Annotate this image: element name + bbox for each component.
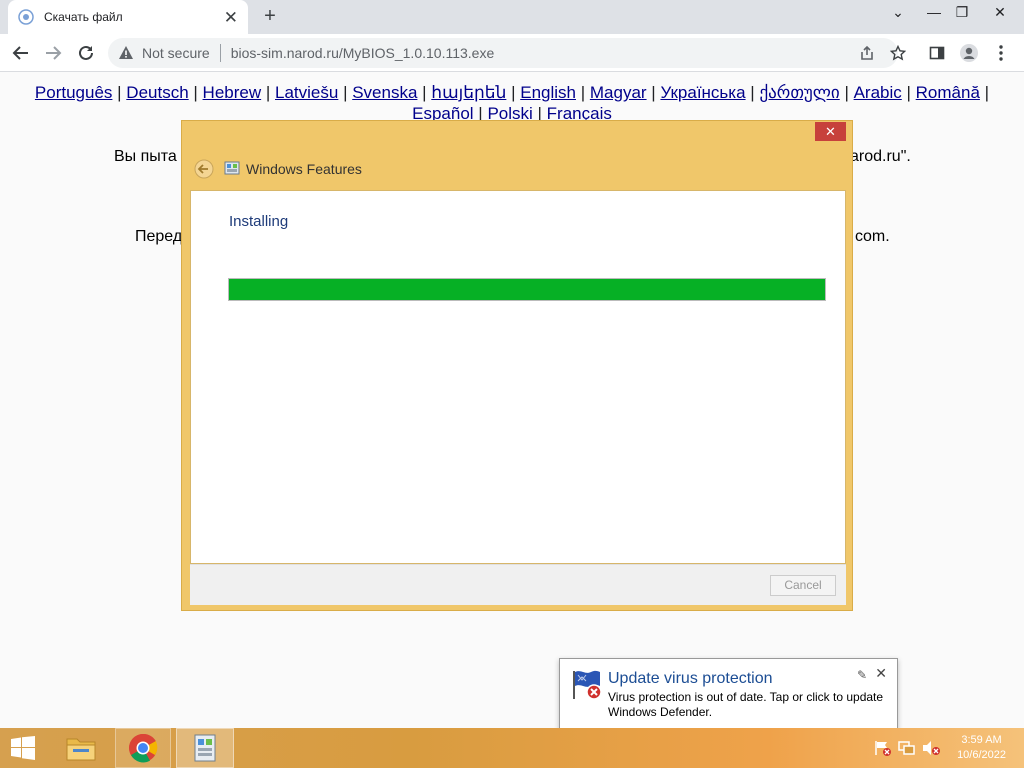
notification-message: Virus protection is out of date. Tap or …	[608, 690, 884, 719]
url-text[interactable]: bios-sim.narod.ru/MyBIOS_1.0.10.113.exe	[231, 45, 495, 61]
minimize-button[interactable]: —	[924, 4, 944, 20]
clock-date: 10/6/2022	[957, 749, 1006, 761]
cancel-button[interactable]: Cancel	[770, 575, 836, 596]
address-bar[interactable]: Not secure bios-sim.narod.ru/MyBIOS_1.0.…	[108, 38, 898, 68]
dialog-close-button[interactable]: ✕	[815, 122, 846, 141]
page-text-line-1-end: arod.ru".	[850, 148, 911, 165]
progress-bar	[228, 278, 826, 301]
reload-icon[interactable]	[75, 42, 97, 64]
language-link[interactable]: Latviešu	[275, 83, 338, 102]
language-separator: |	[745, 83, 760, 102]
install-status-text: Installing	[229, 213, 289, 230]
omnibox-divider	[219, 44, 221, 62]
new-tab-button[interactable]: +	[258, 5, 282, 28]
tab-title: Скачать файл	[44, 10, 123, 24]
pin-icon[interactable]: ✎	[857, 668, 867, 682]
language-separator: |	[338, 83, 353, 102]
share-icon[interactable]	[856, 42, 878, 64]
language-separator: |	[646, 83, 661, 102]
taskbar: 3:59 AM 10/6/2022	[0, 728, 1024, 768]
tab-close-icon[interactable]: ✕	[224, 9, 238, 26]
tab-search-icon[interactable]: ⌄	[888, 4, 908, 21]
language-separator: |	[979, 83, 990, 102]
side-panel-icon[interactable]	[926, 42, 948, 64]
defender-flag-icon	[573, 670, 602, 700]
language-link[interactable]: Magyar	[590, 83, 647, 102]
language-separator: |	[839, 83, 854, 102]
language-separator: |	[506, 83, 521, 102]
page-text-line-1-start: Вы пыта	[114, 148, 177, 165]
clock-time: 3:59 AM	[961, 734, 1002, 746]
dialog-content: Installing	[190, 190, 846, 564]
language-separator: |	[112, 83, 127, 102]
menu-icon[interactable]	[990, 42, 1012, 64]
language-link[interactable]: Українська	[660, 83, 745, 102]
notification-title: Update virus protection	[608, 670, 773, 687]
browser-tab-bar: Скачать файл ✕ + ⌄ — ❐ ✕	[0, 0, 1024, 34]
language-separator: |	[188, 83, 203, 102]
profile-icon[interactable]	[958, 42, 980, 64]
language-separator: |	[417, 83, 432, 102]
action-center-flag-icon[interactable]	[874, 740, 892, 756]
language-separator: |	[576, 83, 590, 102]
dialog-footer: Cancel	[190, 564, 846, 605]
start-icon[interactable]	[0, 728, 46, 768]
tab-favicon-icon	[18, 9, 34, 25]
language-link[interactable]: English	[520, 83, 576, 102]
back-icon[interactable]	[10, 42, 32, 64]
network-icon[interactable]	[898, 740, 916, 756]
window-close-button[interactable]: ✕	[990, 4, 1010, 21]
browser-tab[interactable]: Скачать файл ✕	[8, 0, 248, 34]
language-link[interactable]: Deutsch	[126, 83, 188, 102]
dialog-title: Windows Features	[246, 161, 362, 177]
bookmark-star-icon[interactable]	[887, 42, 909, 64]
language-link[interactable]: ქართული	[759, 83, 839, 102]
page-text-line-2-start: Перед	[135, 228, 183, 245]
file-explorer-icon[interactable]	[58, 728, 104, 768]
language-link[interactable]: հայերեն	[431, 83, 506, 102]
progress-bar-fill	[229, 279, 825, 300]
language-link[interactable]: Português	[35, 83, 113, 102]
page-text-line-2-end: com.	[855, 228, 890, 245]
language-links: Português | Deutsch | Hebrew | Latviešu …	[0, 82, 1024, 124]
warning-icon[interactable]	[118, 45, 134, 61]
volume-muted-icon[interactable]	[922, 740, 940, 756]
not-secure-label[interactable]: Not secure	[142, 45, 210, 61]
notification-close-icon[interactable]: ✕	[875, 665, 887, 682]
language-separator: |	[901, 83, 916, 102]
forward-icon[interactable]	[42, 42, 64, 64]
defender-notification[interactable]: Update virus protection Virus protection…	[559, 658, 898, 730]
windows-features-icon[interactable]	[176, 728, 234, 768]
language-link[interactable]: Hebrew	[203, 83, 262, 102]
back-arrow-icon[interactable]	[194, 159, 214, 179]
windows-features-icon	[224, 161, 240, 175]
restore-button[interactable]: ❐	[952, 4, 972, 21]
language-link[interactable]: Svenska	[352, 83, 417, 102]
system-clock[interactable]: 3:59 AM 10/6/2022	[957, 733, 1006, 763]
browser-toolbar: Not secure bios-sim.narod.ru/MyBIOS_1.0.…	[0, 34, 1024, 72]
language-separator: |	[261, 83, 276, 102]
chrome-icon[interactable]	[115, 728, 171, 768]
language-link[interactable]: Arabic	[854, 83, 902, 102]
language-link[interactable]: Română	[916, 83, 980, 102]
windows-features-dialog: ✕ Windows Features Installing Cancel	[181, 120, 853, 611]
